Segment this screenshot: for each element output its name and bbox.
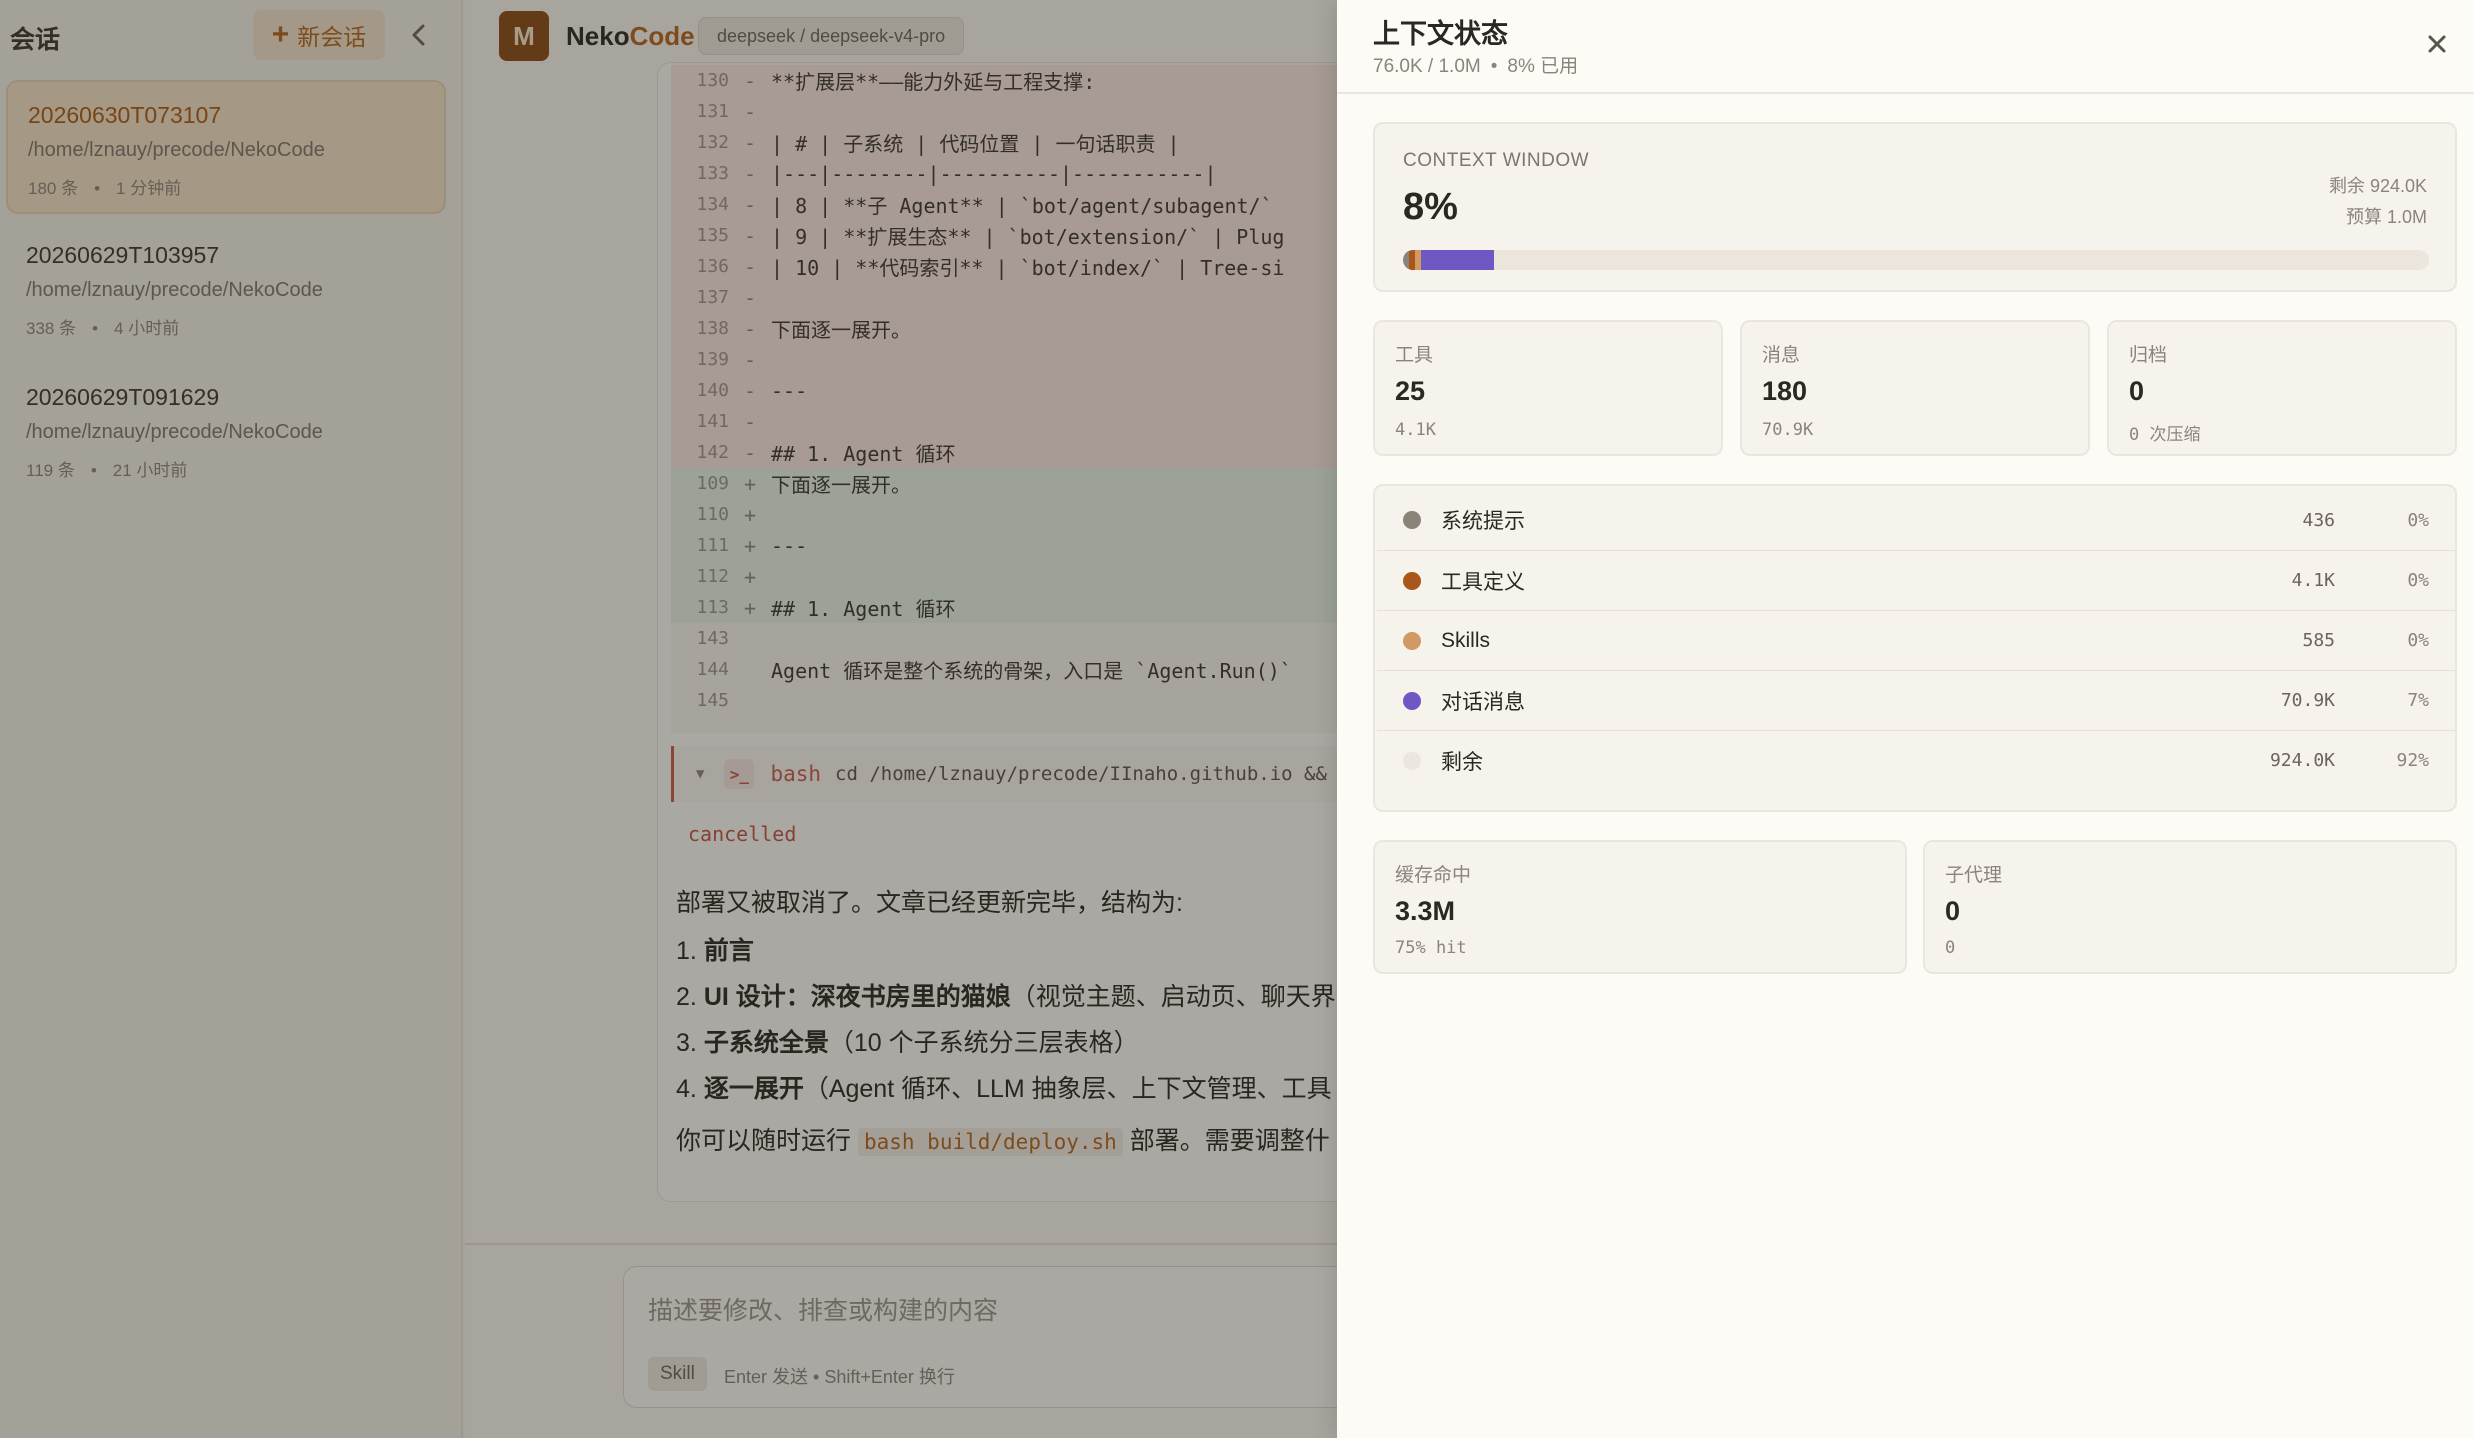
row-percent: 0% [2407, 630, 2429, 651]
stat-card-messages: 消息 180 70.9K [1740, 320, 2090, 456]
stat-label: 归档 [2129, 345, 2168, 366]
used-tokens: 76.0K / 1.0M [1373, 56, 1481, 77]
row-name: 系统提示 [1441, 510, 1525, 533]
stat-sub: 75% hit [1395, 938, 1467, 958]
app-window: 会话 + 新会话 20260630T073107 /home/lznauy/pr… [0, 0, 2474, 1438]
legend-dot [1403, 511, 1421, 529]
context-window-percent: 8% [1403, 186, 1458, 228]
context-window-card: CONTEXT WINDOW 8% 剩余 924.0K 预算 1.0M [1373, 122, 2457, 292]
row-name: 剩余 [1441, 750, 1483, 774]
row-percent: 0% [2407, 570, 2429, 591]
usage-bar [1403, 250, 2429, 270]
stat-label: 工具 [1395, 345, 1434, 366]
stat-card-archive: 归档 0 0 次压缩 [2107, 320, 2457, 456]
row-percent: 92% [2396, 750, 2429, 771]
legend-dot [1403, 751, 1421, 770]
cache-hit-card: 缓存命中 3.3M 75% hit [1373, 840, 1907, 974]
row-percent: 0% [2407, 509, 2429, 531]
close-button[interactable] [2417, 24, 2457, 64]
row-tokens: 4.1K [2291, 570, 2335, 591]
stat-sub: 0 [1945, 938, 1956, 958]
legend-dot [1403, 631, 1421, 650]
stat-card-tools: 工具 25 4.1K [1373, 320, 1723, 456]
stat-sub: 70.9K [1762, 420, 1814, 440]
budget-tokens: 预算 1.0M [2345, 207, 2427, 227]
row-tokens: 70.9K [2280, 690, 2335, 711]
modal-backdrop[interactable] [0, 0, 1337, 1438]
stat-label: 子代理 [1945, 865, 2003, 886]
row-name: 工具定义 [1441, 570, 1525, 594]
row-tokens: 585 [2302, 630, 2335, 651]
row-name: Skills [1441, 628, 1491, 652]
breakdown-row-system: 系统提示 436 0% [1377, 490, 2455, 550]
row-percent: 7% [2407, 690, 2429, 711]
breakdown-row-skills: Skills 585 0% [1377, 610, 2455, 670]
breakdown-row-remaining: 剩余 924.0K 92% [1377, 730, 2455, 790]
stat-value: 0 [2129, 376, 2145, 406]
subagent-card: 子代理 0 0 [1923, 840, 2457, 974]
legend-dot [1403, 571, 1421, 590]
panel-header: 上下文状态 76.0K / 1.0M • 8% 已用 [1337, 0, 2474, 94]
panel-title: 上下文状态 [1373, 19, 1508, 49]
stat-sub: 4.1K [1395, 420, 1436, 440]
usage-bar-segment [1421, 250, 1495, 270]
stat-value: 0 [1945, 896, 1961, 926]
row-tokens: 924.0K [2269, 750, 2335, 771]
stat-value: 25 [1395, 376, 1426, 406]
stat-label: 缓存命中 [1395, 865, 1472, 886]
row-tokens: 436 [2302, 509, 2335, 531]
stat-label: 消息 [1762, 345, 1801, 366]
token-breakdown-list: 系统提示 436 0% 工具定义 4.1K 0% Skills 585 0% 对… [1373, 484, 2457, 812]
used-percent: 8% 已用 [1507, 56, 1579, 77]
stat-sub: 0 次压缩 [2129, 425, 2201, 445]
breakdown-row-messages: 对话消息 70.9K 7% [1377, 670, 2455, 730]
legend-dot [1403, 691, 1421, 710]
stat-value: 180 [1762, 376, 1808, 406]
context-status-panel: 上下文状态 76.0K / 1.0M • 8% 已用 CONTEXT WINDOW … [1337, 0, 2474, 1438]
breakdown-row-tools: 工具定义 4.1K 0% [1377, 550, 2455, 610]
remaining-tokens: 剩余 924.0K [2328, 176, 2427, 196]
stat-value: 3.3M [1395, 896, 1456, 926]
close-icon [2428, 35, 2446, 53]
context-window-label: CONTEXT WINDOW [1403, 150, 1590, 171]
row-name: 对话消息 [1441, 690, 1525, 714]
panel-subtitle: 76.0K / 1.0M • 8% 已用 [1373, 56, 1579, 77]
